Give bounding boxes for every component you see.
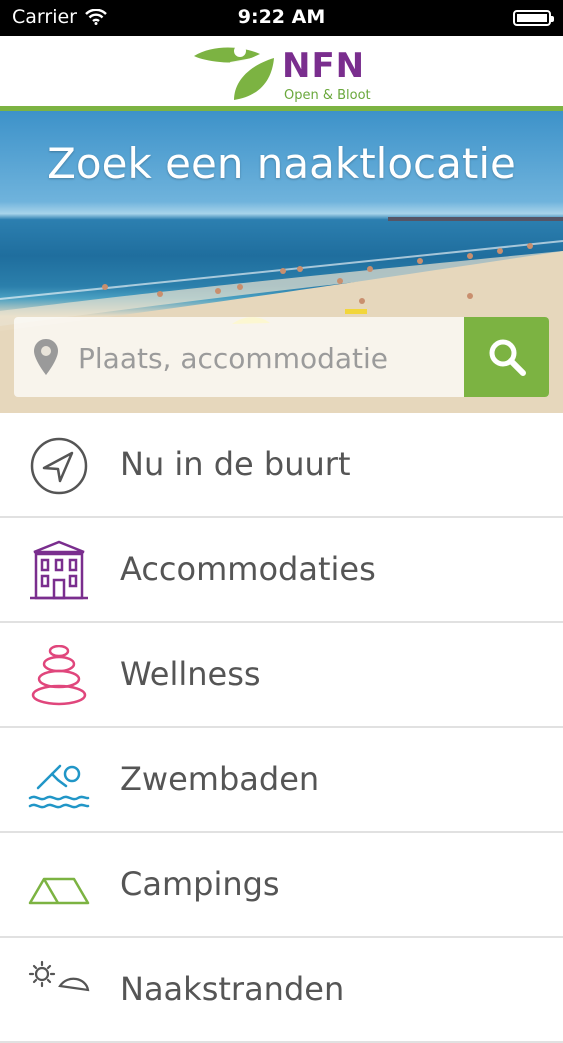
building-icon [30, 540, 88, 600]
navigation-arrow-icon [30, 437, 88, 495]
list-item-label: Wellness [120, 655, 261, 693]
list-item-zwembaden[interactable]: Zwembaden [0, 728, 563, 833]
category-list: Nu in de buurt Accommodaties Wellness Zw… [0, 413, 563, 1043]
list-item-label: Zwembaden [120, 760, 320, 798]
search-icon [489, 339, 526, 376]
search-bar [14, 317, 549, 397]
hero-title: Zoek een naaktlocatie [47, 139, 516, 188]
list-item-campings[interactable]: Campings [0, 833, 563, 938]
list-item-label: Naakstranden [120, 970, 345, 1008]
logo-title: NFN [282, 46, 366, 86]
sun-beach-icon [28, 960, 90, 992]
swimmer-icon [28, 764, 90, 809]
search-button[interactable] [464, 317, 549, 397]
status-bar: Carrier 9:22 AM [0, 0, 563, 36]
list-item-accommodaties[interactable]: Accommodaties [0, 518, 563, 623]
pier [388, 217, 563, 221]
list-item-label: Campings [120, 865, 280, 903]
search-input[interactable] [76, 317, 460, 397]
nfn-logo[interactable]: NFN Open & Bloot [190, 42, 380, 104]
clock: 9:22 AM [237, 6, 326, 28]
battery-icon [513, 10, 554, 26]
leaf-figure-icon [194, 45, 274, 100]
list-item-label: Accommodaties [120, 550, 376, 588]
list-item-naakstranden[interactable]: Naakstranden [0, 938, 563, 1043]
list-item-label: Nu in de buurt [120, 445, 351, 483]
tent-icon [28, 877, 90, 905]
location-pin-icon [34, 339, 58, 375]
stones-icon [31, 645, 87, 706]
hero-banner: Zoek een naaktlocatie [0, 111, 563, 413]
list-item-nu-in-de-buurt[interactable]: Nu in de buurt [0, 413, 563, 518]
list-item-wellness[interactable]: Wellness [0, 623, 563, 728]
logo-subtitle: Open & Bloot [284, 88, 371, 103]
app-header: NFN Open & Bloot [0, 36, 563, 108]
